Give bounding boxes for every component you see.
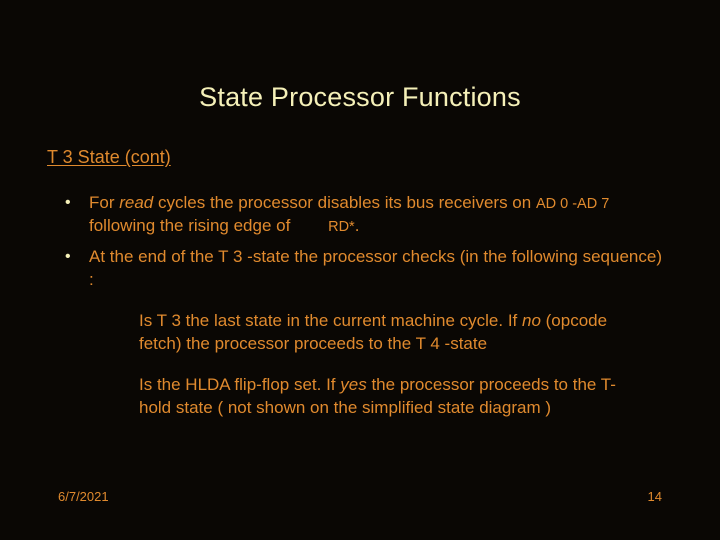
slide: State Processor Functions T 3 State (con… <box>0 0 720 540</box>
bullet-item: For read cycles the processor disables i… <box>55 192 665 238</box>
footer-date: 6/7/2021 <box>58 489 109 504</box>
bullet-text-emph: read <box>119 193 153 212</box>
sub-paragraph: Is the HLDA flip-flop set. If yes the pr… <box>139 374 645 420</box>
sub-paragraph: Is T 3 the last state in the current mac… <box>139 310 645 356</box>
bullet-gap <box>295 216 328 235</box>
sub-text-emph: no <box>522 311 541 330</box>
sub-text: Is the HLDA flip-flop set. If <box>139 375 340 394</box>
sub-text-emph: yes <box>340 375 366 394</box>
bullet-text: At the end of the T 3 -state the process… <box>89 247 662 289</box>
footer: 6/7/2021 14 <box>0 489 720 504</box>
bullet-text: . <box>355 216 360 235</box>
slide-subtitle: T 3 State (cont) <box>47 147 665 168</box>
bullet-text: following the rising edge of <box>89 216 295 235</box>
bullet-text: For <box>89 193 119 212</box>
footer-page-number: 14 <box>648 489 662 504</box>
bullet-text-signal: RD* <box>328 219 355 235</box>
bullet-text-signal: AD 0 -AD 7 <box>536 196 609 212</box>
slide-title: State Processor Functions <box>55 0 665 147</box>
bullet-text: cycles the processor disables its bus re… <box>153 193 536 212</box>
bullet-item: At the end of the T 3 -state the process… <box>55 246 665 292</box>
bullet-list: For read cycles the processor disables i… <box>55 192 665 292</box>
sub-text: Is T 3 the last state in the current mac… <box>139 311 522 330</box>
